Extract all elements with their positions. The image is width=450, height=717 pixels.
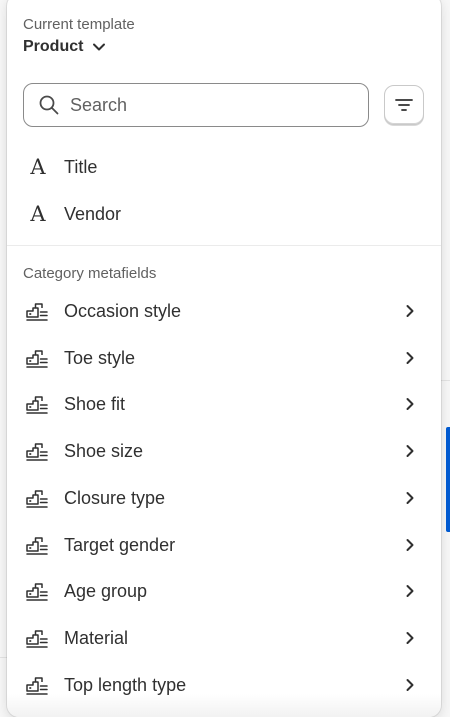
metafield-label: Occasion style: [64, 300, 182, 321]
template-value: Product: [23, 38, 84, 55]
background-divider: [0, 657, 7, 658]
chevron-right-icon: [406, 352, 414, 364]
chevron-right-icon: [406, 585, 414, 597]
filter-icon: [395, 99, 413, 111]
metafield-item[interactable]: Material: [7, 615, 441, 661]
metafield-label: Top length type: [64, 674, 187, 695]
search-input[interactable]: [70, 94, 350, 116]
chevron-down-icon: [93, 43, 106, 51]
background-divider: [441, 380, 450, 381]
metafield-label: Material: [64, 627, 129, 648]
field-picker-popover: Current template Product A Title A Vendo…: [7, 0, 441, 717]
background-selected-indicator: [446, 427, 450, 532]
metafield-item[interactable]: Age group: [7, 568, 441, 614]
template-label: Current template: [23, 16, 135, 33]
metafield-label: Toe style: [64, 347, 136, 368]
metafield-item[interactable]: Shoe size: [7, 428, 441, 474]
metafield-label: Age group: [64, 580, 148, 601]
chevron-right-icon: [406, 492, 414, 504]
metafield-label: Closure type: [64, 487, 166, 508]
scroll-fade: [7, 694, 441, 717]
metafield-label: Shoe size: [64, 440, 144, 461]
metafield-list-icon: [26, 396, 48, 414]
metafield-item[interactable]: Toe style: [7, 335, 441, 381]
metafield-list-icon: [26, 583, 48, 601]
search-field[interactable]: [23, 83, 369, 127]
chevron-right-icon: [406, 445, 414, 457]
metafield-label: Target gender: [64, 534, 176, 555]
metafield-list-icon: [26, 443, 48, 461]
text-icon: A: [30, 155, 46, 179]
metafield-list-icon: [26, 490, 48, 508]
field-item-title[interactable]: A Title: [7, 144, 441, 190]
section-divider: [7, 245, 441, 246]
metafield-item[interactable]: Target gender: [7, 522, 441, 568]
category-metafields-heading: Category metafields: [23, 265, 157, 282]
metafield-list-icon: [26, 303, 48, 321]
chevron-right-icon: [406, 305, 414, 317]
text-icon: A: [30, 202, 46, 226]
metafield-item[interactable]: Occasion style: [7, 288, 441, 334]
template-selector[interactable]: Product: [23, 38, 107, 56]
search-icon: [39, 95, 59, 115]
field-item-vendor[interactable]: A Vendor: [7, 191, 441, 237]
field-label: Title: [64, 156, 98, 177]
field-label: Vendor: [64, 203, 122, 224]
metafield-list-icon: [26, 630, 48, 648]
metafield-item[interactable]: Closure type: [7, 475, 441, 521]
chevron-right-icon: [406, 398, 414, 410]
chevron-right-icon: [406, 632, 414, 644]
metafield-list-icon: [26, 350, 48, 368]
filter-button[interactable]: [384, 85, 424, 125]
metafield-list-icon: [26, 537, 48, 555]
metafield-label: Shoe fit: [64, 393, 126, 414]
metafield-item[interactable]: Shoe fit: [7, 381, 441, 427]
chevron-right-icon: [406, 679, 414, 691]
chevron-right-icon: [406, 539, 414, 551]
